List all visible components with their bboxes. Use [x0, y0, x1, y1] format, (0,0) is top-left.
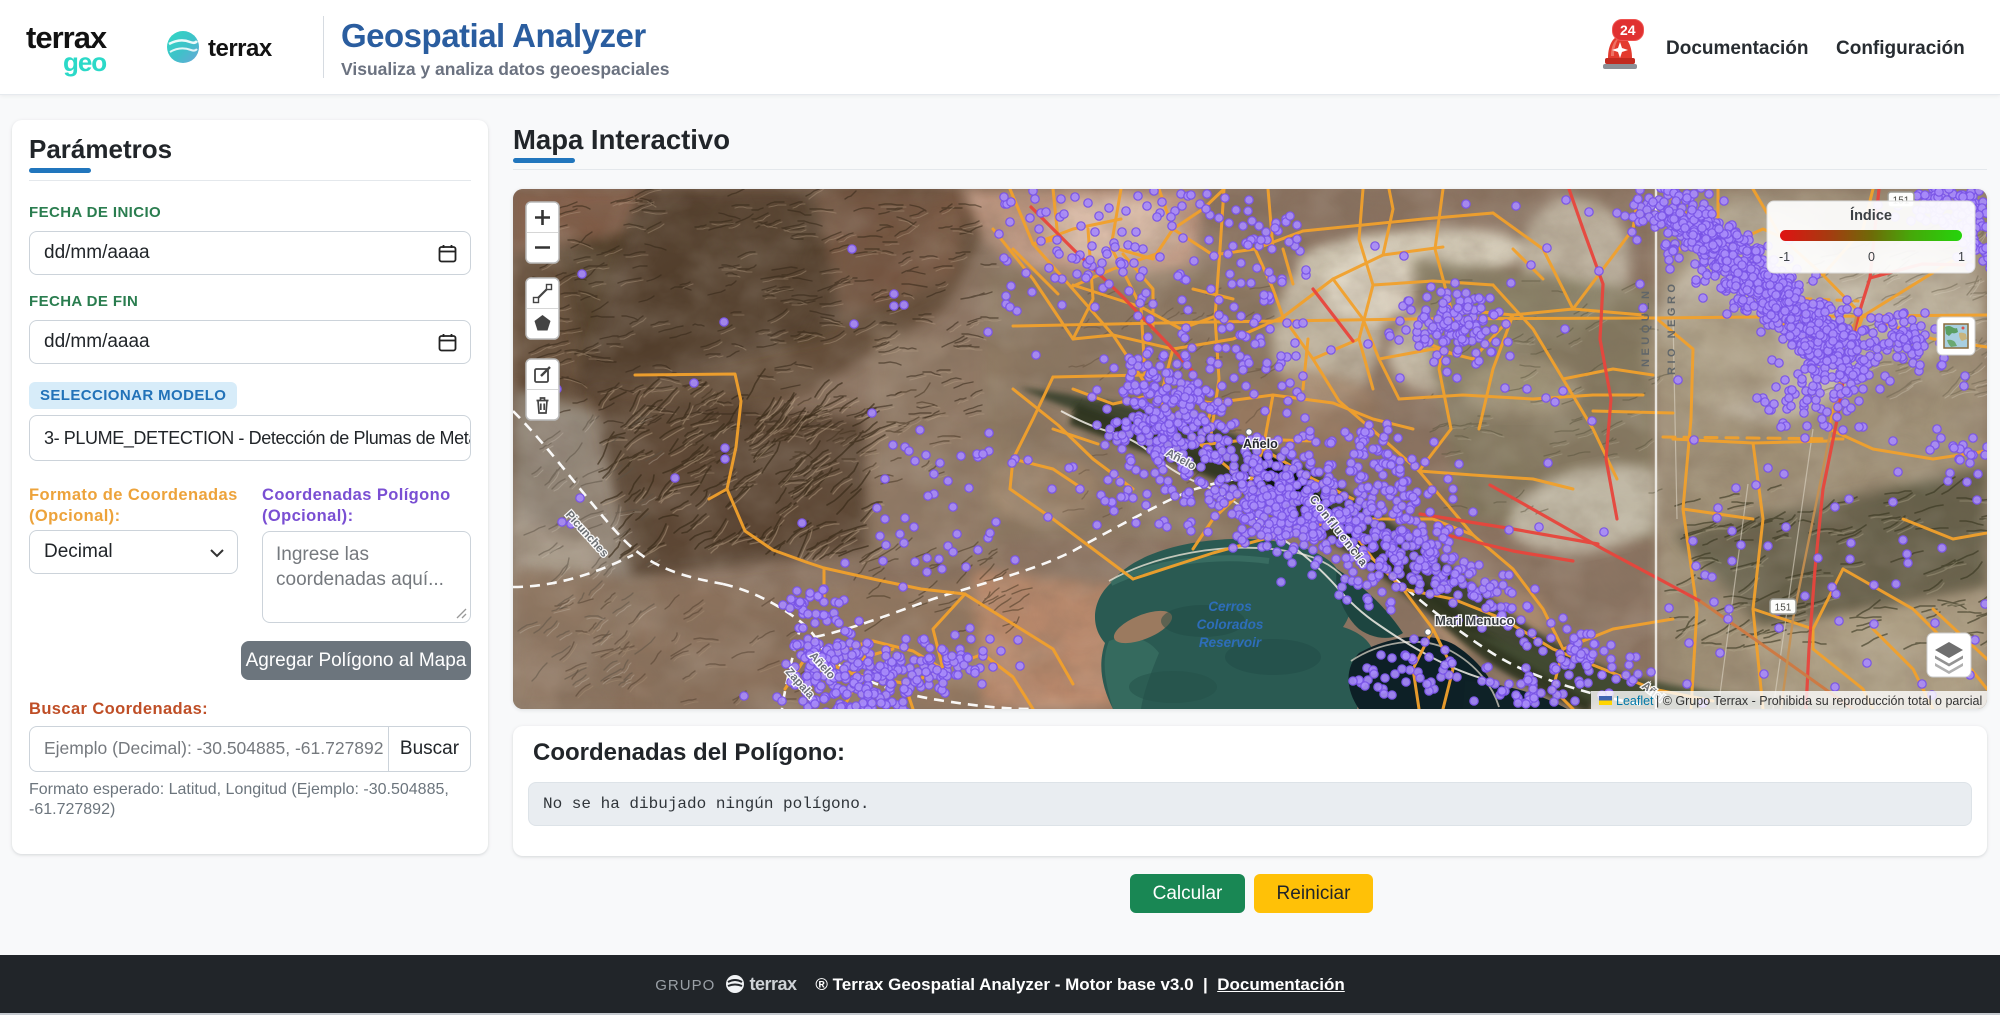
svg-text:Leaflet: Leaflet — [1616, 694, 1654, 708]
svg-text:Índice: Índice — [1850, 207, 1892, 224]
svg-text:NEUQUEN: NEUQUEN — [1640, 287, 1652, 367]
svg-text:151: 151 — [1775, 603, 1792, 614]
svg-text:Colorados: Colorados — [1197, 617, 1264, 632]
svg-text:| © Grupo Terrax - Prohibida s: | © Grupo Terrax - Prohibida su reproduc… — [1656, 694, 1982, 708]
svg-text:Añelo: Añelo — [1243, 437, 1278, 451]
svg-text:RIO NEGRO: RIO NEGRO — [1666, 281, 1678, 375]
svg-text:0: 0 — [1868, 250, 1875, 264]
svg-text:Reservoir: Reservoir — [1199, 635, 1262, 650]
svg-text:Cerros: Cerros — [1208, 599, 1252, 614]
svg-text:1: 1 — [1958, 250, 1965, 264]
svg-text:-1: -1 — [1779, 250, 1790, 264]
svg-text:Mari Menuco: Mari Menuco — [1435, 613, 1515, 628]
